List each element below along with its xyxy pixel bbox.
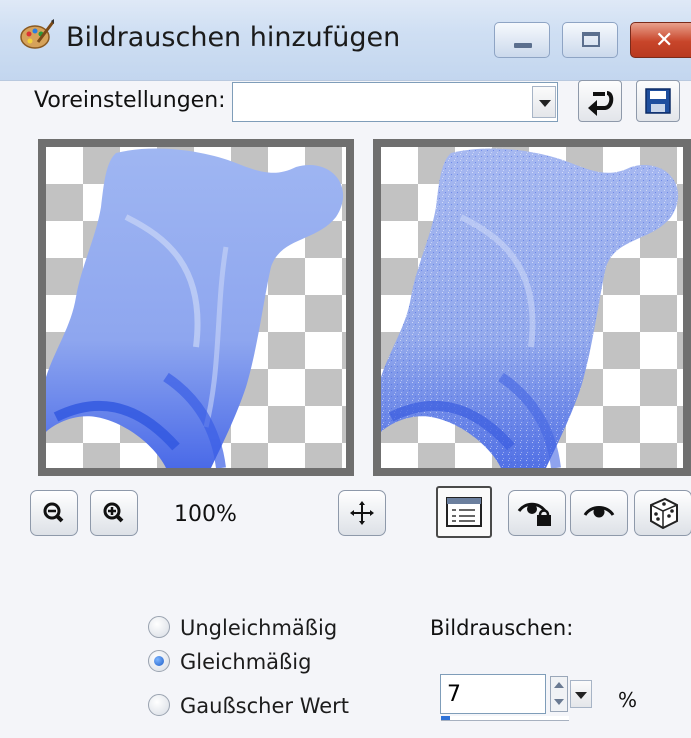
zoom-in-button[interactable] — [90, 490, 138, 536]
window-preview-icon — [446, 497, 482, 527]
preview-image-before — [46, 148, 344, 468]
presets-dropdown-button[interactable] — [532, 86, 556, 118]
presets-combobox[interactable] — [232, 82, 558, 122]
maximize-icon — [582, 32, 600, 47]
save-preset-button[interactable] — [636, 80, 680, 122]
spin-down-icon[interactable] — [554, 699, 564, 705]
spin-up-icon[interactable] — [554, 682, 564, 688]
minimize-button[interactable] — [494, 22, 550, 58]
zoom-in-icon — [103, 502, 124, 523]
title-bar: Bildrauschen hinzufügen ✕ — [0, 0, 691, 81]
radio-gaussian[interactable]: Gaußscher Wert — [148, 694, 349, 718]
radio-even[interactable]: Gleichmäßig — [148, 650, 311, 674]
eye-icon — [583, 506, 615, 518]
result-preview[interactable] — [373, 139, 691, 476]
randomize-button[interactable] — [634, 490, 691, 536]
zoom-out-icon — [43, 502, 64, 523]
noise-amount-input[interactable] — [440, 674, 546, 714]
move-cross-icon — [350, 501, 374, 525]
close-icon: ✕ — [655, 28, 674, 53]
radio-button-checked[interactable] — [148, 650, 170, 672]
lock-proof-button[interactable] — [508, 490, 566, 536]
chevron-down-icon — [539, 100, 551, 107]
noise-amount-label: Bildrauschen: — [430, 616, 574, 640]
reset-defaults-button[interactable] — [578, 80, 622, 122]
noise-amount-slider[interactable] — [441, 716, 569, 721]
presets-label: Voreinstellungen: — [34, 88, 226, 113]
maximize-button[interactable] — [562, 22, 618, 58]
radio-even-label: Gleichmäßig — [180, 650, 312, 674]
noise-amount-spinner[interactable] — [550, 676, 568, 712]
paint-palette-icon — [20, 19, 55, 49]
noise-amount-dropdown[interactable] — [570, 680, 592, 708]
window-title: Bildrauschen hinzufügen — [66, 22, 401, 53]
radio-button-unchecked[interactable] — [148, 616, 170, 638]
radio-uneven-label: Ungleichmäßig — [180, 616, 338, 640]
pan-button[interactable] — [338, 490, 386, 536]
eye-lock-icon — [517, 502, 551, 526]
radio-button-unchecked[interactable] — [148, 694, 170, 716]
preview-on-image-toggle[interactable] — [436, 486, 492, 538]
original-preview[interactable] — [38, 139, 354, 476]
zoom-out-button[interactable] — [30, 490, 78, 536]
noise-amount-slider-fill — [441, 716, 450, 720]
preview-image-after — [381, 148, 679, 468]
dice-icon — [650, 497, 678, 530]
radio-gaussian-label: Gaußscher Wert — [180, 694, 350, 718]
close-button[interactable]: ✕ — [630, 22, 691, 58]
floppy-disk-icon — [645, 88, 671, 114]
chevron-down-icon — [575, 692, 587, 699]
proof-button[interactable] — [570, 490, 628, 536]
radio-uneven[interactable]: Ungleichmäßig — [148, 616, 337, 640]
zoom-level: 100% — [174, 502, 237, 527]
undo-arrow-icon — [588, 91, 614, 116]
minimize-icon — [514, 43, 532, 48]
noise-amount-unit: % — [618, 688, 638, 712]
